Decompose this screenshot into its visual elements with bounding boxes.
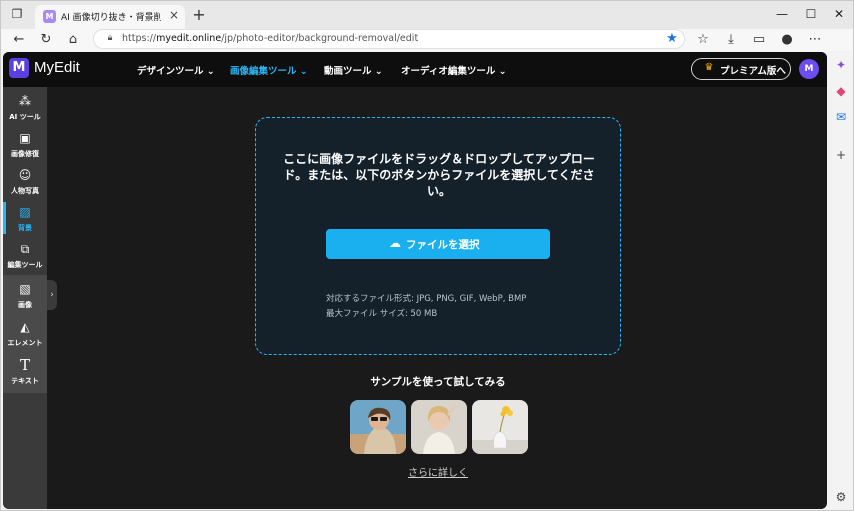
add-sidebar-icon[interactable]: + [833, 147, 849, 163]
settings-gear-icon[interactable]: ⚙ [833, 489, 849, 505]
sidebar-item-label: エレメント [7, 339, 43, 347]
tool-sidebar: ⁂ AI ツール ▣ 画像修復 ☺ 人物写真 ▨ 背景 ⧉ 編集ツール + [3, 87, 47, 509]
supported-formats: 対応するファイル形式: JPG, PNG, GIF, WebP, BMP [326, 294, 527, 304]
sidebar-item-label: テキスト [11, 377, 39, 385]
portrait-icon: ☺ [18, 168, 32, 182]
collapse-sidebar-chevron-icon[interactable]: › [47, 280, 57, 310]
profile-icon[interactable]: ● [777, 30, 797, 50]
image-repair-icon: ▣ [19, 131, 31, 145]
new-tab-icon[interactable]: + [190, 5, 208, 25]
sidebar-item-image[interactable]: ▧ 画像 [3, 277, 47, 313]
maximize-icon[interactable]: ☐ [801, 5, 821, 23]
sidebar-item-edit-tools[interactable]: ⧉ 編集ツール [3, 237, 47, 273]
sidebar-item-label: 背景 [18, 224, 32, 232]
max-file-size: 最大ファイル サイズ: 50 MB [326, 309, 438, 319]
close-window-icon[interactable]: ✕ [829, 5, 849, 23]
crown-icon: ♛ [704, 62, 714, 73]
downloads-icon[interactable]: ⤓ [721, 30, 741, 50]
sidebar-item-label: 画像修復 [11, 150, 39, 158]
sidebar-item-label: AI ツール [9, 113, 41, 121]
sidebar-item-portrait[interactable]: ☺ 人物写真 [3, 163, 47, 199]
background-icon: ▨ [19, 205, 31, 219]
sidebar-item-label: 人物写真 [11, 187, 39, 195]
outlook-icon[interactable]: ✉ [833, 109, 849, 125]
reload-icon[interactable]: ↻ [36, 30, 56, 50]
sidebar-item-label: 画像 [18, 301, 32, 309]
workspaces-icon[interactable]: ❐ [7, 7, 27, 23]
sidebar-item-label: 編集ツール [7, 261, 43, 269]
favicon-icon: M [43, 10, 56, 23]
elements-icon: ◭ [20, 320, 30, 334]
address-bar-row: ← ↻ ⌂ 🔒︎ https://myedit.online/jp/photo-… [1, 29, 853, 51]
menu-audio-tools[interactable]: オーディオ編集ツール ⌄ [401, 63, 507, 77]
favorites-icon[interactable]: ☆ [693, 30, 713, 50]
title-bar: ❐ M AI 画像切り抜き・背景削除サイト | M × + — ☐ ✕ [1, 1, 853, 29]
sample-image-2[interactable] [411, 400, 467, 454]
favorite-star-icon[interactable]: ★ [664, 31, 680, 47]
minimize-icon[interactable]: — [772, 5, 792, 23]
shopping-icon[interactable]: ◆ [833, 83, 849, 99]
select-file-label: ファイルを選択 [406, 239, 480, 251]
menu-video-tools[interactable]: 動画ツール ⌄ [324, 63, 383, 77]
user-avatar[interactable]: M [799, 59, 819, 79]
sidebar-item-text[interactable]: T テキスト [3, 353, 47, 389]
edge-sidebar: ✦ ◆ ✉ + ⚙ [828, 51, 853, 510]
copilot-icon[interactable]: ✦ [833, 57, 849, 73]
magic-wand-icon: ⁂ [19, 94, 31, 108]
file-drop-zone[interactable]: ここに画像ファイルをドラッグ＆ドロップしてアップロード。または、以下のボタンから… [255, 117, 621, 355]
screenshot-icon[interactable]: ▭ [749, 30, 769, 50]
url-text: https://myedit.online/jp/photo-editor/ba… [122, 33, 419, 44]
sample-image-1[interactable] [350, 400, 406, 454]
text-icon: T [19, 356, 30, 374]
sidebar-item-ai-tools[interactable]: ⁂ AI ツール [3, 89, 47, 125]
home-icon[interactable]: ⌂ [63, 30, 83, 50]
sidebar-item-image-repair[interactable]: ▣ 画像修復 [3, 126, 47, 162]
cloud-upload-icon: ☁ [389, 236, 401, 250]
menu-image-editing-tools[interactable]: 画像編集ツール ⌄ [230, 63, 308, 77]
sidebar-add-panel: ▧ 画像 ◭ エレメント T テキスト [3, 275, 47, 393]
premium-label: プレミアム版へ [720, 66, 786, 77]
browser-tab[interactable]: M AI 画像切り抜き・背景削除サイト | M × [35, 5, 185, 29]
back-icon[interactable]: ← [9, 30, 29, 50]
myedit-logo-icon[interactable]: M [9, 58, 29, 78]
learn-more-link[interactable]: さらに詳しく [383, 464, 493, 479]
close-tab-icon[interactable]: × [167, 8, 181, 24]
tab-title: AI 画像切り抜き・背景削除サイト | M [61, 13, 161, 23]
more-menu-icon[interactable]: ⋯ [805, 30, 825, 50]
samples-title: サンプルを使って試してみる [370, 376, 506, 388]
edit-tools-icon: ⧉ [20, 242, 30, 256]
drop-instruction: ここに画像ファイルをドラッグ＆ドロップしてアップロード。または、以下のボタンから… [283, 152, 595, 198]
browser-window: ❐ M AI 画像切り抜き・背景削除サイト | M × + — ☐ ✕ ← ↻ … [0, 0, 854, 511]
url-input[interactable]: 🔒︎ https://myedit.online/jp/photo-editor… [93, 29, 685, 49]
sample-image-3[interactable] [472, 400, 528, 454]
select-file-button[interactable]: ☁ ファイルを選択 [326, 229, 550, 259]
menu-design-tools[interactable]: デザインツール ⌄ [137, 63, 215, 77]
lock-icon[interactable]: 🔒︎ [104, 33, 116, 45]
image-icon: ▧ [19, 282, 31, 296]
sidebar-item-background[interactable]: ▨ 背景 [3, 200, 47, 236]
myedit-app: M MyEdit デザインツール ⌄ 画像編集ツール ⌄ 動画ツール ⌄ オーデ… [3, 52, 827, 509]
logo-text[interactable]: MyEdit [34, 59, 94, 79]
premium-button[interactable]: ♛ プレミアム版へ [691, 58, 791, 80]
sidebar-item-elements[interactable]: ◭ エレメント [3, 315, 47, 351]
app-header: M MyEdit デザインツール ⌄ 画像編集ツール ⌄ 動画ツール ⌄ オーデ… [3, 52, 827, 87]
